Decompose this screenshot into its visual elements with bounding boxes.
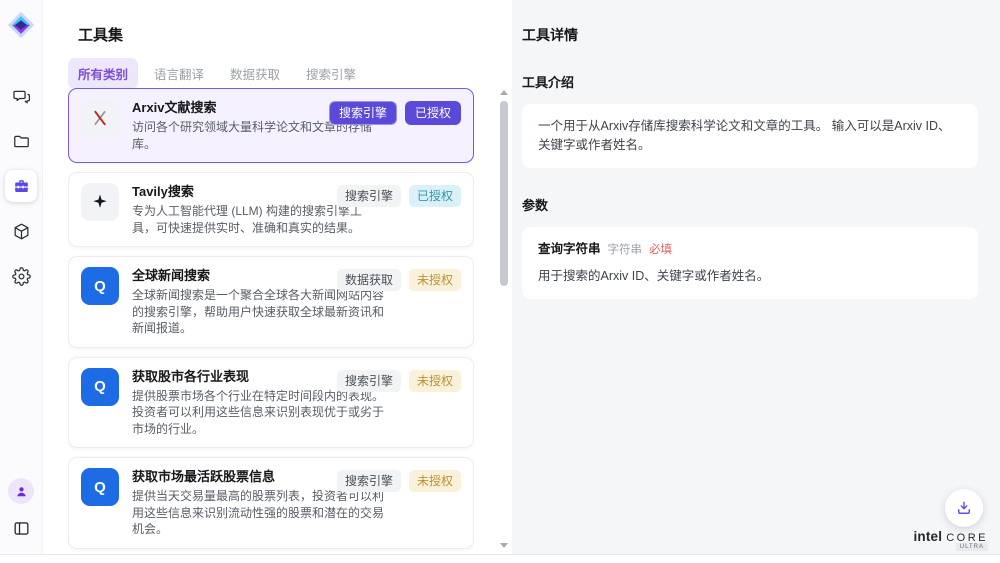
tools-panel: 工具集 所有类别 语言翻译 数据获取 搜索引擎 Q [43, 0, 512, 554]
ultra-badge: ULTRA [956, 543, 988, 551]
category-tabs: 所有类别 语言翻译 数据获取 搜索引擎 [68, 58, 512, 89]
param-header: 查询字符串 字符串 必填 [538, 240, 962, 259]
page-title: 工具集 [78, 24, 512, 45]
sidebar-toggle-button[interactable] [5, 512, 37, 544]
intel-core-logo: intelCORE ULTRA [913, 528, 988, 546]
search-q-icon: Q [94, 278, 106, 295]
auth-status-badge: 已授权 [405, 101, 461, 125]
tool-tags: 搜索引擎 未授权 [337, 370, 461, 392]
intro-text: 一个用于从Arxiv存储库搜索科学论文和文章的工具。 输入可以是Arxiv ID… [538, 117, 962, 155]
auth-status-badge: 未授权 [409, 370, 461, 392]
scrollbar[interactable] [499, 88, 509, 550]
tab-label: 语言翻译 [154, 68, 204, 82]
tool-list: Q Arxiv文献搜索 访问各个研究领域大量科学论文和文章的存储库。 搜索引擎 … [68, 88, 474, 552]
detail-title: 工具详情 [522, 0, 978, 45]
nav-tools-button[interactable] [5, 170, 37, 202]
tool-description: 全球新闻搜索是一个聚合全球各大新闻网站内容的搜索引擎，帮助用户快速获取全球最新资… [132, 287, 384, 337]
params-section-title: 参数 [522, 195, 978, 214]
param-type: 字符串 [608, 242, 643, 259]
category-tab-3[interactable]: 搜索引擎 [296, 58, 366, 89]
tool-card[interactable]: Q Tavily搜索 专为人工智能代理 (LLM) 构建的搜索引擎工具，可快速提… [68, 172, 474, 247]
nav-files-button[interactable] [5, 125, 37, 157]
scrollbar-up-arrow-icon[interactable] [500, 90, 508, 95]
tool-icon: Q [81, 183, 119, 221]
intro-section-title: 工具介绍 [522, 72, 978, 91]
tool-card[interactable]: Q 获取市场最活跃股票信息 提供当天交易量最高的股票列表，投资者可以利用这些信息… [68, 457, 474, 549]
tab-label: 搜索引擎 [306, 68, 356, 82]
tool-tags: 搜索引擎 已授权 [337, 185, 461, 207]
scrollbar-down-arrow-icon[interactable] [500, 543, 508, 548]
nav-rail [0, 0, 43, 554]
tab-label: 所有类别 [78, 68, 128, 82]
tool-tags: 搜索引擎 已授权 [329, 101, 461, 125]
rail-bottom [5, 478, 37, 544]
chat-bubbles-icon [12, 87, 31, 106]
param-required-badge: 必填 [649, 242, 672, 259]
category-tab-1[interactable]: 语言翻译 [144, 58, 214, 89]
tool-card[interactable]: Q 获取股市各行业表现 提供股票市场各个行业在特定时间段内的表现。投资者可以利用… [68, 357, 474, 449]
arxiv-logo-icon [90, 108, 110, 128]
nav-settings-button[interactable] [5, 260, 37, 292]
tavily-star-icon [90, 192, 110, 212]
tool-icon: Q [81, 267, 119, 305]
app-window: 工具集 所有类别 语言翻译 数据获取 搜索引擎 Q [0, 0, 1000, 563]
person-icon [14, 484, 29, 499]
category-tag: 搜索引擎 [329, 101, 397, 125]
rail-nav [5, 80, 37, 292]
category-tab-2[interactable]: 数据获取 [220, 58, 290, 89]
user-avatar[interactable] [8, 478, 34, 504]
category-tab-0[interactable]: 所有类别 [68, 58, 138, 89]
tool-tags: 搜索引擎 未授权 [337, 470, 461, 492]
intro-card: 一个用于从Arxiv存储库搜索科学论文和文章的工具。 输入可以是Arxiv ID… [522, 104, 978, 168]
cube-icon [12, 222, 31, 241]
category-tag: 搜索引擎 [337, 370, 401, 392]
nav-models-button[interactable] [5, 215, 37, 247]
app-logo-icon [6, 10, 36, 40]
auth-status-badge: 已授权 [409, 185, 461, 207]
tab-label: 数据获取 [230, 68, 280, 82]
tool-tags: 数据获取 未授权 [337, 269, 461, 291]
auth-status-badge: 未授权 [409, 470, 461, 492]
tool-description: 提供股票市场各个行业在特定时间段内的表现。投资者可以利用这些信息来识别表现优于或… [132, 388, 384, 438]
download-icon [955, 499, 973, 517]
intel-wordmark: intel [913, 529, 942, 544]
window-bottom-edge [0, 554, 1000, 563]
auth-status-badge: 未授权 [409, 269, 461, 291]
tool-card[interactable]: Q Arxiv文献搜索 访问各个研究领域大量科学论文和文章的存储库。 搜索引擎 … [68, 88, 474, 163]
search-q-icon: Q [94, 378, 106, 395]
panel-toggle-icon [12, 519, 31, 538]
tool-description: 专为人工智能代理 (LLM) 构建的搜索引擎工具，可快速提供实时、准确和真实的结… [132, 203, 384, 236]
param-card: 查询字符串 字符串 必填 用于搜索的Arxiv ID、关键字或作者姓名。 [522, 227, 978, 299]
tool-icon: Q [81, 468, 119, 506]
scrollbar-thumb[interactable] [500, 101, 508, 286]
gear-icon [12, 267, 31, 286]
nav-chat-button[interactable] [5, 80, 37, 112]
tool-card[interactable]: Q 全球新闻搜索 全球新闻搜索是一个聚合全球各大新闻网站内容的搜索引擎，帮助用户… [68, 256, 474, 348]
category-tag: 搜索引擎 [337, 185, 401, 207]
search-q-icon: Q [94, 479, 106, 496]
category-tag: 搜索引擎 [337, 470, 401, 492]
download-button[interactable] [945, 489, 983, 527]
toolbox-icon [12, 177, 31, 196]
tool-icon: Q [81, 368, 119, 406]
detail-panel: 工具详情 工具介绍 一个用于从Arxiv存储库搜索科学论文和文章的工具。 输入可… [512, 0, 1000, 554]
tool-description: 提供当天交易量最高的股票列表，投资者可以利用这些信息来识别流动性强的股票和潜在的… [132, 488, 384, 538]
tool-icon: Q [81, 99, 119, 137]
folder-icon [12, 132, 31, 151]
param-name: 查询字符串 [538, 240, 601, 259]
category-tag: 数据获取 [337, 269, 401, 291]
param-description: 用于搜索的Arxiv ID、关键字或作者姓名。 [538, 267, 962, 286]
